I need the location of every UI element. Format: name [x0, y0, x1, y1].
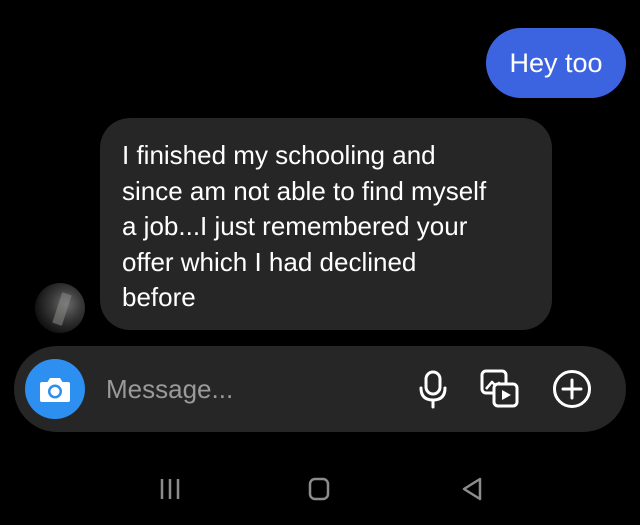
- incoming-message-bubble[interactable]: I finished my schooling and since am not…: [100, 118, 552, 330]
- recents-icon: [160, 479, 180, 499]
- gallery-icon: [480, 369, 519, 408]
- home-icon: [308, 477, 330, 501]
- home-button[interactable]: [299, 471, 339, 507]
- back-button[interactable]: [452, 471, 492, 507]
- mic-button[interactable]: [412, 368, 454, 410]
- contact-avatar[interactable]: [35, 283, 85, 333]
- plus-circle-icon: [553, 370, 591, 408]
- message-line: since am not able to find myself: [122, 175, 487, 206]
- camera-icon: [40, 378, 70, 402]
- outgoing-message-bubble[interactable]: Hey too: [486, 28, 626, 98]
- system-navigation-bar: [0, 455, 640, 525]
- message-composer: Message...: [14, 346, 626, 432]
- message-line: a job...I just remembered your: [122, 211, 468, 241]
- camera-button[interactable]: [25, 359, 85, 419]
- message-input[interactable]: Message...: [106, 372, 233, 406]
- message-line: before: [122, 282, 196, 312]
- microphone-icon: [419, 370, 447, 409]
- back-icon: [462, 477, 482, 501]
- message-thread[interactable]: Hey too I finished my schooling and sinc…: [0, 0, 640, 345]
- gallery-button[interactable]: [479, 368, 521, 410]
- add-button[interactable]: [551, 368, 593, 410]
- message-line: I finished my schooling and: [122, 140, 436, 170]
- recents-button[interactable]: [150, 471, 190, 507]
- message-line: offer which I had declined: [122, 246, 417, 277]
